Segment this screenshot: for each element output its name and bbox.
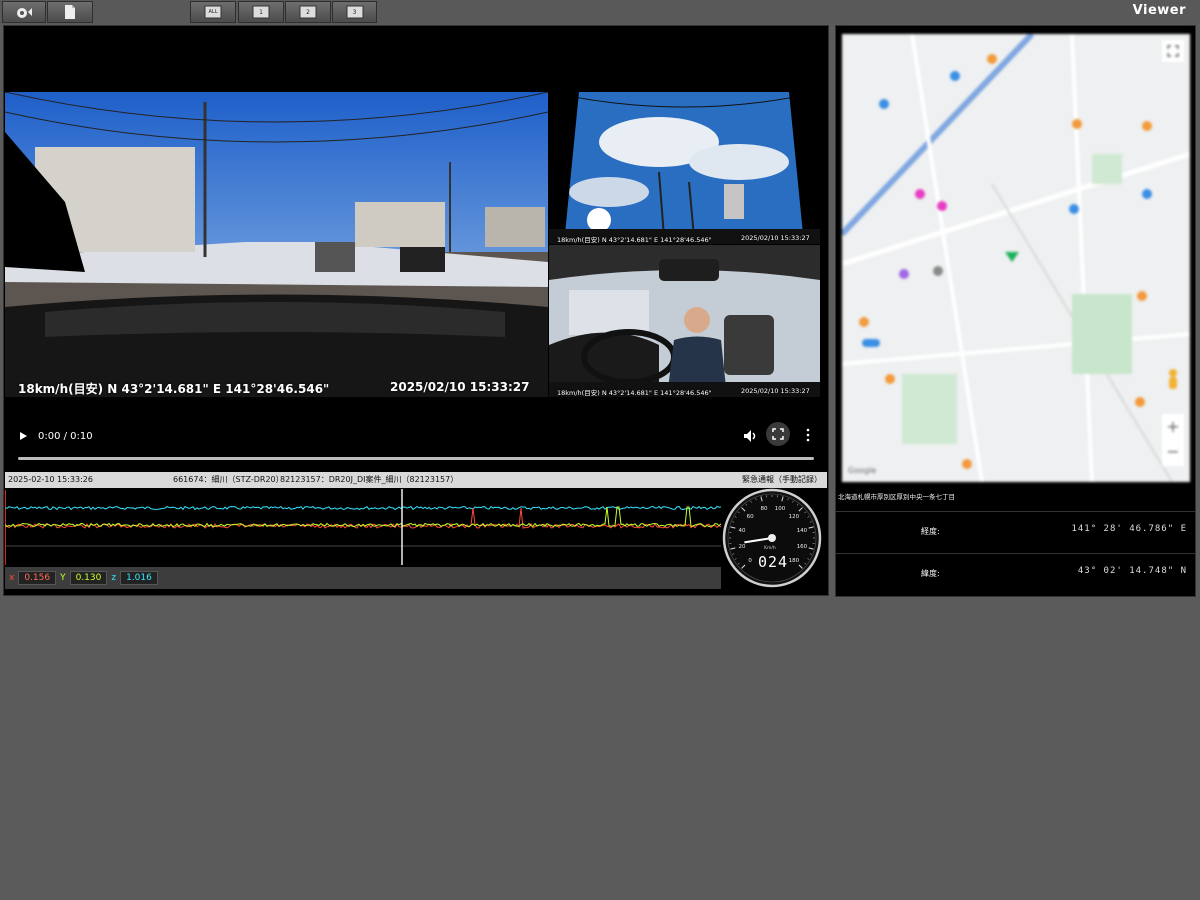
fullscreen-icon xyxy=(772,428,784,440)
longitude-value: 141° 28' 46.786" E xyxy=(1071,524,1187,534)
speedometer-tick-label: 20 xyxy=(739,544,746,550)
speedometer-tick-label: 60 xyxy=(747,514,754,520)
latitude-value: 43° 02' 14.748" N xyxy=(1077,566,1187,576)
rear-camera-view[interactable]: 18km/h(目安) N 43°2'14.681" E 141°28'46.54… xyxy=(549,92,820,244)
view-all-label: ALL xyxy=(208,9,218,15)
speedometer-tick-label: 160 xyxy=(797,544,808,550)
z-axis-trace xyxy=(4,505,722,511)
map-address: 北海道札幌市厚別区厚別中央一条七丁目 xyxy=(838,493,955,501)
speedometer: 0 20 40 60 80 100 120 140 160 180 Km/h 024 xyxy=(722,488,822,588)
map-image xyxy=(842,34,1190,482)
y-axis-trace xyxy=(4,506,722,528)
speedometer-tick-label: 180 xyxy=(789,558,800,564)
view-2-label: 2 xyxy=(306,8,310,16)
google-logo: Google xyxy=(848,466,877,475)
x-value: 0.156 xyxy=(18,571,57,585)
event-datetime: 2025-02-10 15:33:26 xyxy=(8,475,93,484)
speedometer-tick-label: 40 xyxy=(739,528,746,534)
street-view-pegman-icon[interactable] xyxy=(1165,368,1181,392)
longitude-row: 経度: 141° 28' 46.786" E xyxy=(836,511,1195,551)
map-fullscreen-icon xyxy=(1167,45,1179,57)
acceleration-graph-plot xyxy=(4,489,722,565)
longitude-label: 経度: xyxy=(921,527,940,536)
more-options-icon[interactable] xyxy=(805,428,811,442)
export-button[interactable] xyxy=(47,1,93,23)
event-info-bar: 2025-02-10 15:33:26 661674：細川（STZ-DR20） … xyxy=(5,472,827,488)
gear-upload-icon xyxy=(17,8,32,18)
view-3-label: 3 xyxy=(352,8,357,16)
settings-button[interactable] xyxy=(2,1,46,23)
volume-icon[interactable] xyxy=(743,429,757,443)
map-fullscreen-button[interactable] xyxy=(1162,40,1184,62)
play-icon[interactable] xyxy=(18,431,28,441)
fullscreen-button[interactable] xyxy=(766,422,790,446)
latitude-label: 緯度: xyxy=(921,569,940,578)
cabin-camera-view[interactable]: 18km/h(目安) N 43°2'14.681" E 141°28'46.54… xyxy=(549,245,820,397)
zoom-controls: + − xyxy=(1162,414,1184,466)
speed-readout: 024 xyxy=(758,553,789,571)
map-panel: Google + − 北海道札幌市厚別区厚別中央一条七丁目 経度: 141° 2… xyxy=(835,25,1196,597)
video-panel: 18km/h(目安) N 43°2'14.681" E 141°28'46.54… xyxy=(3,25,829,596)
zoom-out-button[interactable]: − xyxy=(1162,440,1184,466)
z-value: 1.016 xyxy=(120,571,158,585)
speedometer-tick-label: 0 xyxy=(748,558,752,564)
view-1-label: 1 xyxy=(259,8,263,16)
y-value: 0.130 xyxy=(69,571,108,585)
cabin-camera-image xyxy=(549,245,820,397)
speedometer-tick-label: 140 xyxy=(797,528,808,534)
document-icon xyxy=(65,5,75,19)
speedometer-tick-label: 120 xyxy=(789,514,800,520)
view-2-button[interactable]: 2 xyxy=(285,1,331,23)
rear-camera-overlay: 18km/h(目安) N 43°2'14.681" E 141°28'46.54… xyxy=(557,236,712,244)
event-type: 緊急通報（手動記録） xyxy=(742,475,822,484)
map-view[interactable]: Google + − xyxy=(842,34,1190,482)
latitude-row: 緯度: 43° 02' 14.748" N xyxy=(836,553,1195,593)
view-1-button[interactable]: 1 xyxy=(238,1,284,23)
acceleration-graph[interactable] xyxy=(4,489,722,565)
video-progress-bar[interactable] xyxy=(18,457,814,460)
view-3-button[interactable]: 3 xyxy=(332,1,377,23)
vehicle-info: 661674：細川（STZ-DR20） xyxy=(173,475,284,484)
speedometer-tick-label: 100 xyxy=(775,506,786,512)
cabin-camera-timestamp: 2025/02/10 15:33:27 xyxy=(741,387,810,395)
speedometer-hub xyxy=(768,534,776,542)
video-time: 0:00 / 0:10 xyxy=(38,431,93,442)
front-camera-overlay: 18km/h(目安) N 43°2'14.681" E 141°28'46.54… xyxy=(18,382,330,396)
front-camera-timestamp: 2025/02/10 15:33:27 xyxy=(390,380,530,394)
accel-values: x 0.156 Y 0.130 z 1.016 xyxy=(5,567,721,589)
rear-camera-timestamp: 2025/02/10 15:33:27 xyxy=(741,234,810,242)
speedometer-tick-label: 80 xyxy=(760,506,767,512)
viewer-title: Viewer xyxy=(1132,3,1186,18)
front-camera-view[interactable]: 18km/h(目安) N 43°2'14.681" E 141°28'46.54… xyxy=(5,92,548,397)
device-info: 82123157：DR20J_DI案件_細川（82123157） xyxy=(280,475,459,484)
toolbar: ALL 1 2 3 Viewer xyxy=(0,0,1200,24)
rear-camera-image xyxy=(549,92,820,244)
view-all-button[interactable]: ALL xyxy=(190,1,236,23)
cabin-camera-overlay: 18km/h(目安) N 43°2'14.681" E 141°28'46.54… xyxy=(557,389,712,397)
x-label: x xyxy=(9,573,15,583)
front-camera-image xyxy=(5,92,548,397)
z-label: z xyxy=(111,573,117,583)
y-label: Y xyxy=(60,573,66,583)
speedometer-dial: 0 20 40 60 80 100120 140 160 180 xyxy=(722,488,822,588)
speed-unit: Km/h xyxy=(764,546,776,551)
video-controls: 0:00 / 0:10 xyxy=(8,422,824,472)
zoom-in-button[interactable]: + xyxy=(1162,414,1184,440)
